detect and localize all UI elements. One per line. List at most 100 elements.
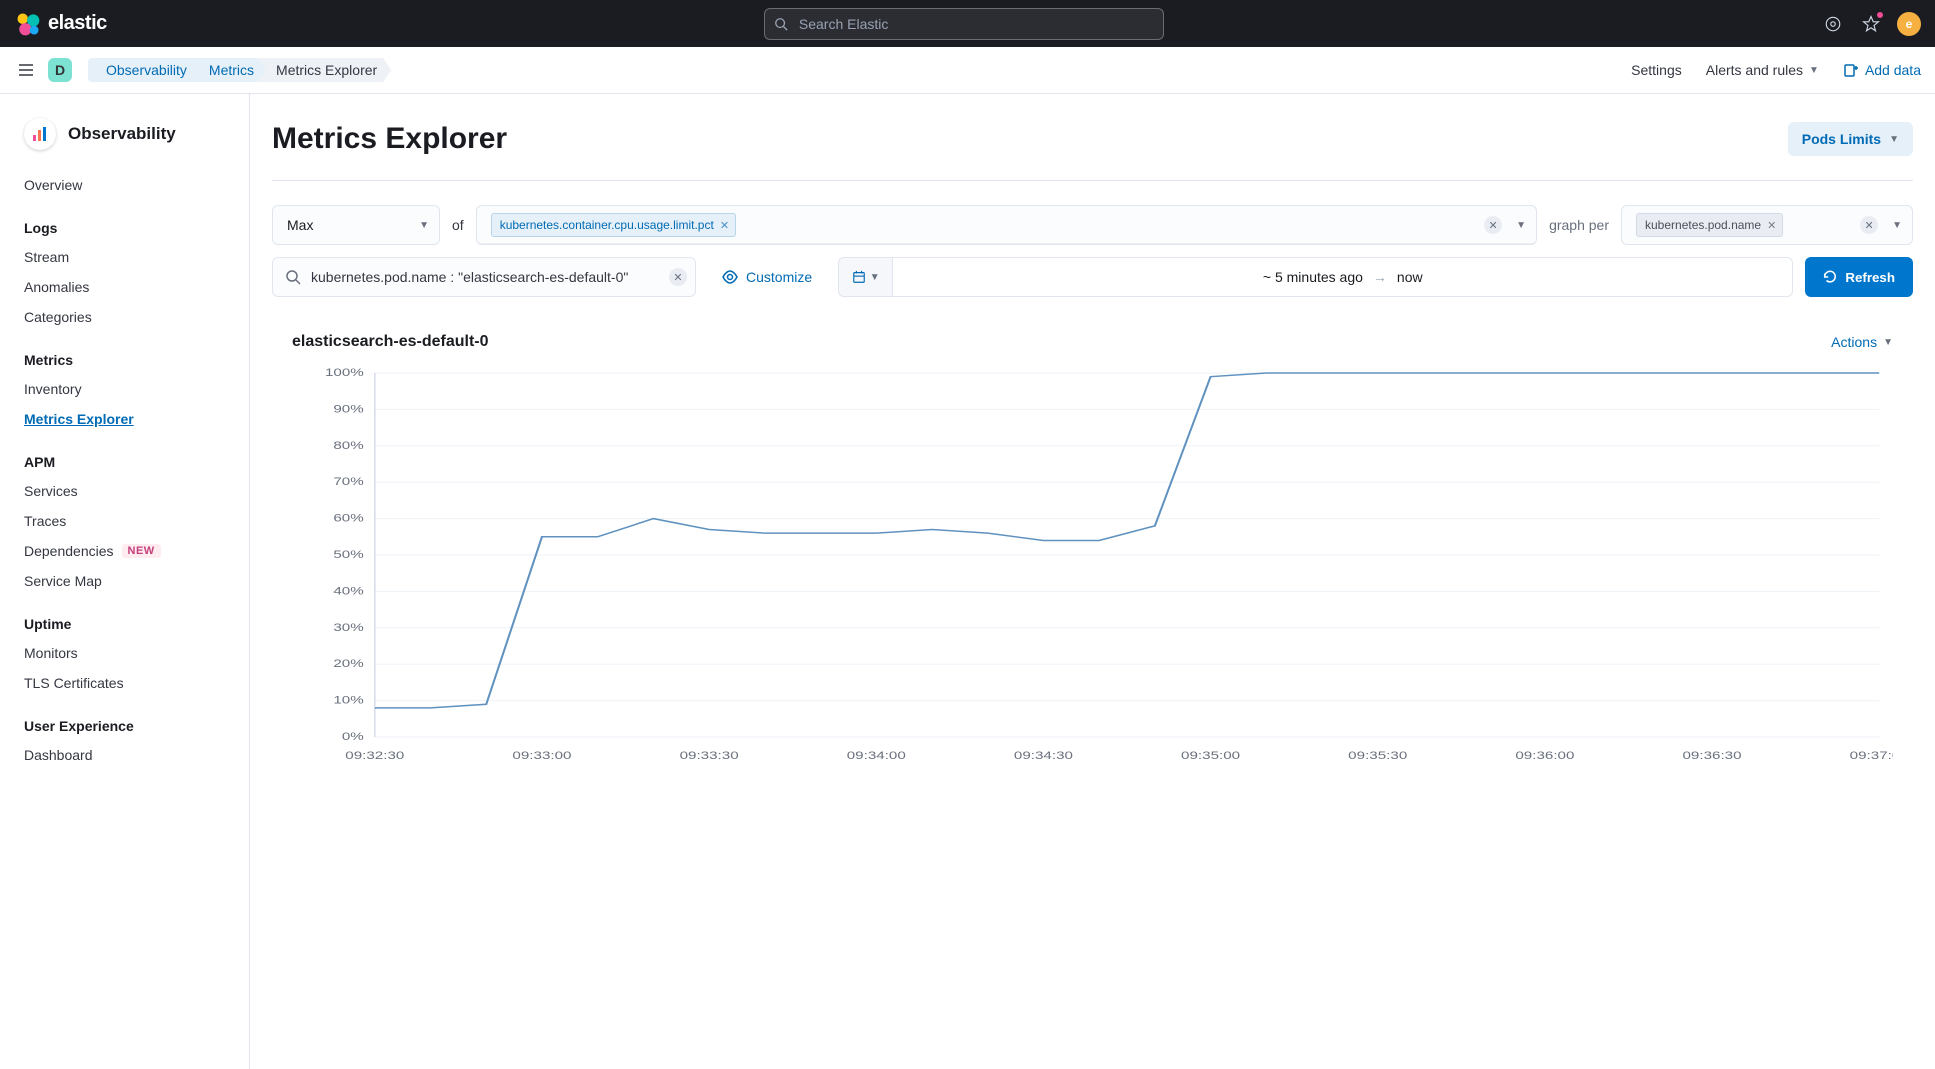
sidebar-item-anomalies[interactable]: Anomalies bbox=[0, 272, 249, 302]
sidebar-group-apm: APM bbox=[0, 434, 249, 476]
global-search bbox=[764, 8, 1164, 40]
breadcrumb-observability[interactable]: Observability bbox=[88, 58, 201, 82]
sidebar-item-categories[interactable]: Categories bbox=[0, 302, 249, 332]
svg-text:40%: 40% bbox=[333, 584, 364, 596]
chart-title: elasticsearch-es-default-0 bbox=[292, 333, 489, 351]
chevron-down-icon: ▼ bbox=[419, 220, 429, 231]
svg-text:50%: 50% bbox=[333, 548, 364, 560]
settings-link[interactable]: Settings bbox=[1631, 62, 1682, 78]
date-range-display[interactable]: ~ 5 minutes ago → now bbox=[892, 257, 1793, 297]
line-chart: 0%10%20%30%40%50%60%70%80%90%100%09:32:3… bbox=[292, 367, 1893, 767]
chart-actions-dropdown[interactable]: Actions ▼ bbox=[1831, 334, 1893, 350]
svg-text:09:35:00: 09:35:00 bbox=[1181, 749, 1240, 761]
chart-container: 0%10%20%30%40%50%60%70%80%90%100%09:32:3… bbox=[272, 359, 1913, 767]
sub-header-right: Settings Alerts and rules ▼ Add data bbox=[1631, 62, 1921, 78]
main-content: Metrics Explorer Pods Limits ▼ Max ▼ of … bbox=[250, 94, 1935, 1069]
elastic-logo-icon bbox=[14, 10, 42, 38]
arrow-right-icon: → bbox=[1373, 269, 1387, 285]
breadcrumb-metrics[interactable]: Metrics bbox=[191, 58, 268, 82]
sidebar-item-traces[interactable]: Traces bbox=[0, 506, 249, 536]
svg-text:100%: 100% bbox=[325, 367, 364, 378]
kql-query-text: kubernetes.pod.name : "elasticsearch-es-… bbox=[311, 269, 659, 285]
setup-guide-icon[interactable] bbox=[1859, 12, 1883, 36]
aggregation-value: Max bbox=[287, 217, 313, 233]
remove-pill-icon[interactable]: ✕ bbox=[720, 219, 729, 232]
refresh-icon bbox=[1823, 270, 1837, 284]
refresh-button[interactable]: Refresh bbox=[1805, 257, 1913, 297]
chevron-down-icon: ▼ bbox=[1889, 134, 1899, 145]
clear-metrics-icon[interactable]: ✕ bbox=[1484, 216, 1502, 234]
global-header: elastic e bbox=[0, 0, 1935, 47]
group-field-pill: kubernetes.pod.name ✕ bbox=[1636, 213, 1783, 237]
date-range-group: ▼ ~ 5 minutes ago → now bbox=[838, 257, 1793, 297]
group-by-combobox[interactable]: kubernetes.pod.name ✕ ✕ ▼ bbox=[1621, 205, 1913, 245]
svg-text:09:34:30: 09:34:30 bbox=[1014, 749, 1073, 761]
quick-time-select[interactable]: ▼ bbox=[838, 257, 892, 297]
page-layout: Observability Overview Logs Stream Anoma… bbox=[0, 94, 1935, 1069]
chevron-down-icon: ▼ bbox=[1516, 220, 1526, 231]
newsfeed-icon[interactable] bbox=[1821, 12, 1845, 36]
customize-button[interactable]: Customize bbox=[708, 257, 826, 297]
breadcrumbs: Observability Metrics Metrics Explorer bbox=[82, 58, 391, 82]
chevron-down-icon: ▼ bbox=[1892, 220, 1902, 231]
nav-toggle-icon[interactable] bbox=[14, 58, 38, 82]
breadcrumb-current: Metrics Explorer bbox=[258, 58, 391, 82]
page-title: Metrics Explorer bbox=[272, 122, 507, 156]
metric-field-pill: kubernetes.container.cpu.usage.limit.pct… bbox=[491, 213, 736, 237]
search-icon bbox=[285, 269, 301, 285]
chart-header: elasticsearch-es-default-0 Actions ▼ bbox=[272, 317, 1913, 359]
sidebar-group-metrics: Metrics bbox=[0, 332, 249, 374]
sidebar-item-stream[interactable]: Stream bbox=[0, 242, 249, 272]
of-label: of bbox=[452, 217, 464, 233]
user-avatar[interactable]: e bbox=[1897, 12, 1921, 36]
kql-query-box[interactable]: kubernetes.pod.name : "elasticsearch-es-… bbox=[272, 257, 696, 297]
chevron-down-icon: ▼ bbox=[1883, 337, 1893, 348]
graph-per-label: graph per bbox=[1549, 217, 1609, 233]
alerts-and-rules-dropdown[interactable]: Alerts and rules ▼ bbox=[1706, 62, 1819, 78]
sidebar-item-inventory[interactable]: Inventory bbox=[0, 374, 249, 404]
add-data-link[interactable]: Add data bbox=[1843, 62, 1921, 78]
filter-row: Max ▼ of kubernetes.container.cpu.usage.… bbox=[272, 181, 1913, 257]
svg-text:09:32:30: 09:32:30 bbox=[345, 749, 404, 761]
svg-text:80%: 80% bbox=[333, 439, 364, 451]
svg-text:30%: 30% bbox=[333, 621, 364, 633]
space-selector[interactable]: D bbox=[48, 58, 72, 82]
calendar-icon bbox=[852, 270, 866, 284]
svg-text:0%: 0% bbox=[342, 730, 364, 742]
sidebar-group-user-experience: User Experience bbox=[0, 698, 249, 740]
svg-text:09:35:30: 09:35:30 bbox=[1348, 749, 1407, 761]
sidebar: Observability Overview Logs Stream Anoma… bbox=[0, 94, 250, 1069]
global-search-input[interactable] bbox=[764, 8, 1164, 40]
svg-text:70%: 70% bbox=[333, 475, 364, 487]
svg-text:90%: 90% bbox=[333, 402, 364, 414]
sidebar-group-uptime: Uptime bbox=[0, 596, 249, 638]
sidebar-item-monitors[interactable]: Monitors bbox=[0, 638, 249, 668]
header-right: e bbox=[1821, 12, 1921, 36]
metric-field-combobox[interactable]: kubernetes.container.cpu.usage.limit.pct… bbox=[476, 205, 1537, 245]
aggregation-select[interactable]: Max ▼ bbox=[272, 205, 440, 245]
eye-icon bbox=[722, 269, 738, 285]
add-data-icon bbox=[1843, 62, 1859, 78]
svg-text:09:36:30: 09:36:30 bbox=[1683, 749, 1742, 761]
chevron-down-icon: ▼ bbox=[870, 272, 880, 283]
sidebar-item-metrics-explorer[interactable]: Metrics Explorer bbox=[0, 404, 249, 434]
svg-text:09:37:00: 09:37:00 bbox=[1850, 749, 1893, 761]
clear-group-icon[interactable]: ✕ bbox=[1860, 216, 1878, 234]
clear-query-icon[interactable]: ✕ bbox=[669, 268, 687, 286]
sidebar-item-dashboard[interactable]: Dashboard bbox=[0, 740, 249, 770]
elastic-logo[interactable]: elastic bbox=[14, 10, 107, 38]
saved-view-selector[interactable]: Pods Limits ▼ bbox=[1788, 122, 1913, 156]
sidebar-item-services[interactable]: Services bbox=[0, 476, 249, 506]
sidebar-item-overview[interactable]: Overview bbox=[0, 170, 249, 200]
new-badge: NEW bbox=[122, 544, 161, 558]
svg-text:10%: 10% bbox=[333, 694, 364, 706]
sub-header: D Observability Metrics Metrics Explorer… bbox=[0, 47, 1935, 94]
query-row: kubernetes.pod.name : "elasticsearch-es-… bbox=[272, 257, 1913, 317]
time-start: ~ 5 minutes ago bbox=[1263, 269, 1363, 285]
sidebar-item-dependencies[interactable]: Dependencies NEW bbox=[0, 536, 249, 566]
sidebar-title: Observability bbox=[68, 124, 176, 144]
remove-pill-icon[interactable]: ✕ bbox=[1767, 219, 1776, 232]
sidebar-item-service-map[interactable]: Service Map bbox=[0, 566, 249, 596]
sidebar-item-tls-certificates[interactable]: TLS Certificates bbox=[0, 668, 249, 698]
elastic-wordmark: elastic bbox=[48, 12, 107, 35]
